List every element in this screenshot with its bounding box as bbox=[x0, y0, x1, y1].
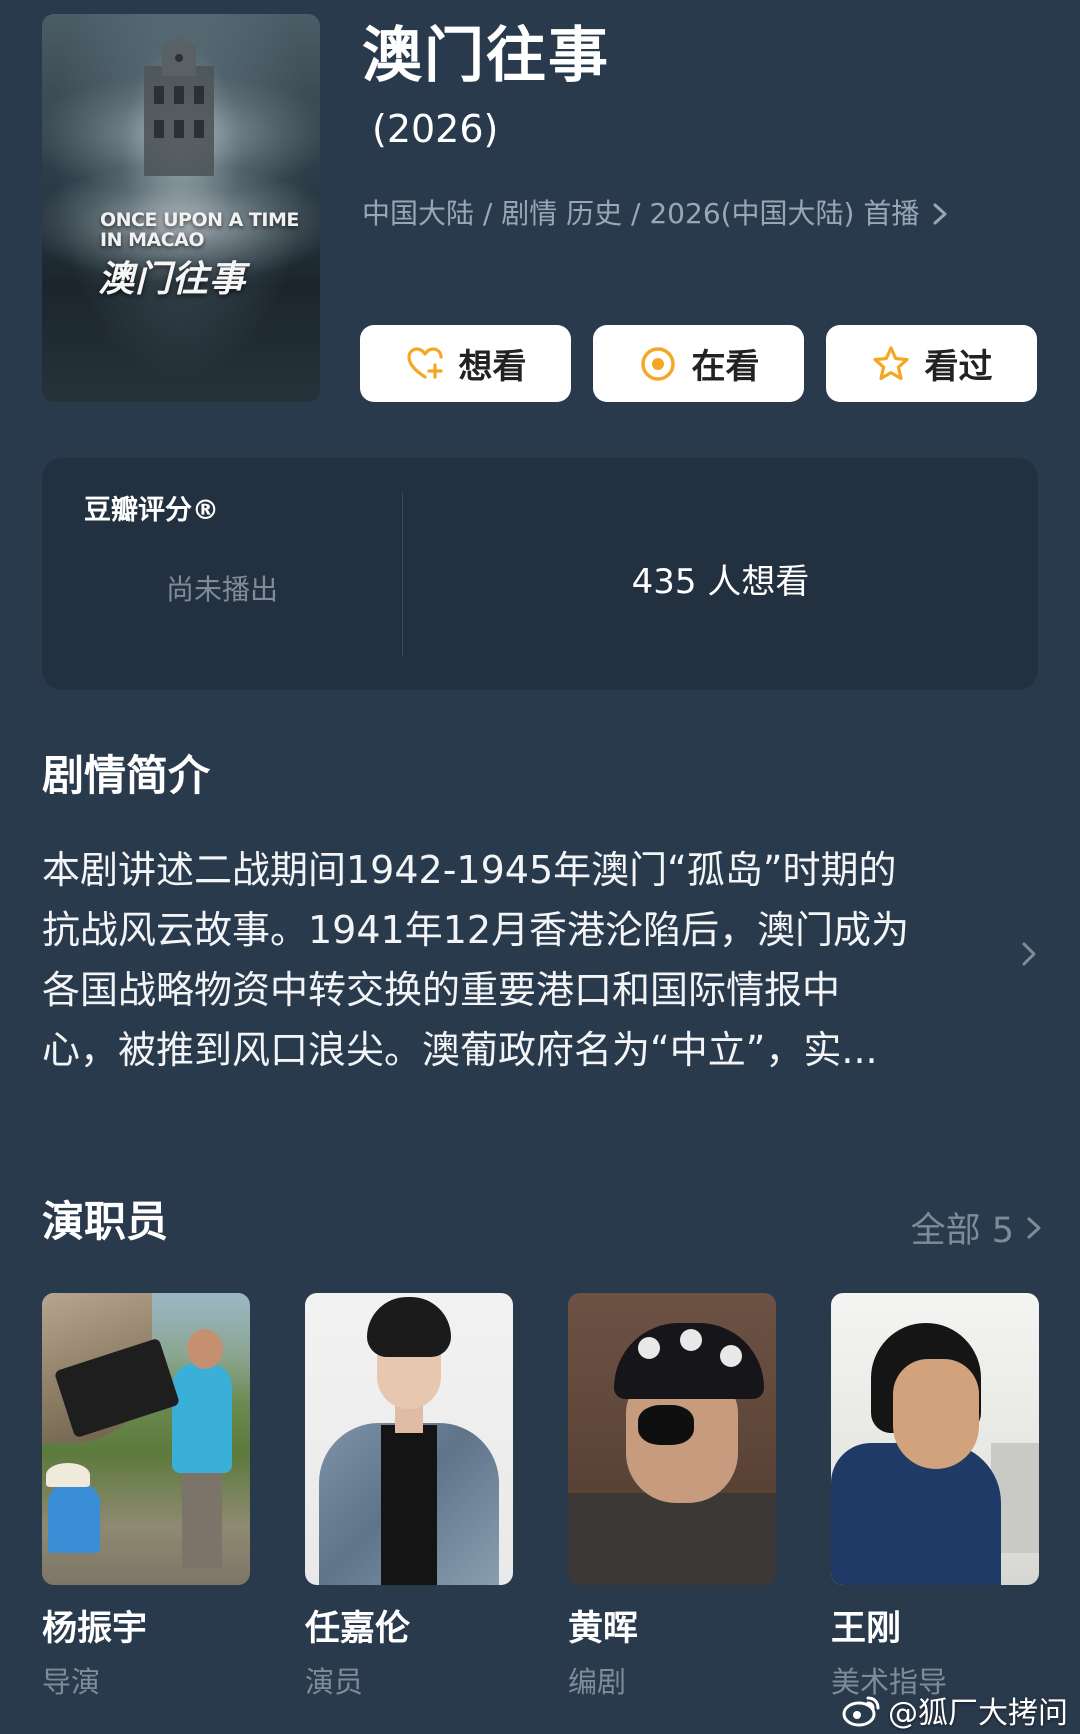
poster-image[interactable]: ONCE UPON A TIME IN MACAO 澳门往事 bbox=[42, 14, 320, 402]
cast-photo bbox=[305, 1293, 513, 1585]
cast-card[interactable]: 王刚 美术指导 bbox=[831, 1293, 1039, 1701]
heart-plus-icon bbox=[406, 346, 443, 379]
cast-card[interactable]: 任嘉伦 演员 bbox=[305, 1293, 513, 1701]
chevron-right-icon bbox=[933, 203, 947, 225]
watermark-text: @狐厂大拷问 bbox=[888, 1696, 1068, 1731]
synopsis-expand-chevron-icon[interactable] bbox=[1018, 937, 1040, 971]
star-icon bbox=[872, 345, 909, 380]
cast-name: 任嘉伦 bbox=[305, 1609, 411, 1649]
meta-info-link[interactable]: 中国大陆 / 剧情 历史 / 2026(中国大陆) 首播 bbox=[362, 194, 951, 234]
cast-role: 演员 bbox=[305, 1665, 364, 1699]
want-to-watch-button[interactable]: 想看 bbox=[360, 325, 571, 402]
rating-card[interactable]: 豆瓣评分® 尚未播出 435 人想看 bbox=[42, 458, 1038, 690]
weibo-watermark: @狐厂大拷问 bbox=[842, 1688, 1068, 1732]
want-count: 435 人想看 bbox=[631, 562, 810, 602]
watching-button[interactable]: 在看 bbox=[593, 325, 804, 402]
rating-score-panel: 豆瓣评分® 尚未播出 bbox=[42, 458, 402, 690]
cast-name: 王刚 bbox=[831, 1609, 902, 1649]
watched-label: 看过 bbox=[924, 347, 993, 387]
poster-chinese-title: 澳门往事 bbox=[98, 259, 247, 300]
release-year: (2026) bbox=[372, 107, 499, 151]
cast-heading: 演职员 bbox=[42, 1197, 169, 1246]
movie-detail-page: ONCE UPON A TIME IN MACAO 澳门往事 澳门往事 (202… bbox=[0, 0, 1080, 1734]
cast-name: 黄晖 bbox=[568, 1609, 639, 1649]
weibo-logo-icon bbox=[842, 1696, 880, 1727]
watching-label: 在看 bbox=[691, 347, 760, 387]
ruins-facade-graphic bbox=[144, 36, 214, 176]
synopsis-line: 心，被推到风口浪尖。澳葡政府名为“中立”，实... bbox=[42, 1028, 878, 1072]
watched-button[interactable]: 看过 bbox=[826, 325, 1037, 402]
meta-info-text: 中国大陆 / 剧情 历史 / 2026(中国大陆) 首播 bbox=[362, 197, 920, 230]
cast-role: 编剧 bbox=[568, 1665, 627, 1699]
cast-view-all-label: 全部 5 bbox=[910, 1211, 1014, 1251]
cast-photo bbox=[831, 1293, 1039, 1585]
cast-view-all-link[interactable]: 全部 5 bbox=[911, 1202, 1044, 1253]
synopsis-line: 本剧讲述二战期间1942-1945年澳门“孤岛”时期的 bbox=[42, 848, 897, 892]
cast-card[interactable]: 黄晖 编剧 bbox=[568, 1293, 776, 1701]
page-title: 澳门往事 bbox=[362, 21, 610, 91]
synopsis-line: 各国战略物资中转交换的重要港口和国际情报中 bbox=[42, 968, 841, 1012]
cast-photo bbox=[42, 1293, 250, 1585]
cast-photo bbox=[568, 1293, 776, 1585]
cast-name: 杨振宇 bbox=[42, 1609, 148, 1649]
synopsis-line: 抗战风云故事。1941年12月香港沦陷后，澳门成为 bbox=[42, 908, 910, 952]
synopsis-text[interactable]: 本剧讲述二战期间1942-1945年澳门“孤岛”时期的 抗战风云故事。1941年… bbox=[42, 840, 1002, 1080]
action-buttons: 想看 在看 看过 bbox=[360, 325, 1037, 402]
rating-status: 尚未播出 bbox=[165, 573, 278, 606]
want-to-watch-label: 想看 bbox=[458, 347, 527, 387]
synopsis-heading: 剧情简介 bbox=[42, 751, 211, 800]
poster-english-title: ONCE UPON A TIME IN MACAO bbox=[100, 209, 299, 251]
cast-list: 杨振宇 导演 任嘉伦 演员 黄晖 编剧 王刚 美术指导 bbox=[42, 1293, 1039, 1701]
target-icon bbox=[640, 346, 675, 381]
cast-card[interactable]: 杨振宇 导演 bbox=[42, 1293, 250, 1701]
cast-role: 导演 bbox=[42, 1665, 101, 1699]
chevron-right-icon bbox=[1027, 1217, 1041, 1238]
douban-rating-label: 豆瓣评分® bbox=[84, 495, 219, 526]
